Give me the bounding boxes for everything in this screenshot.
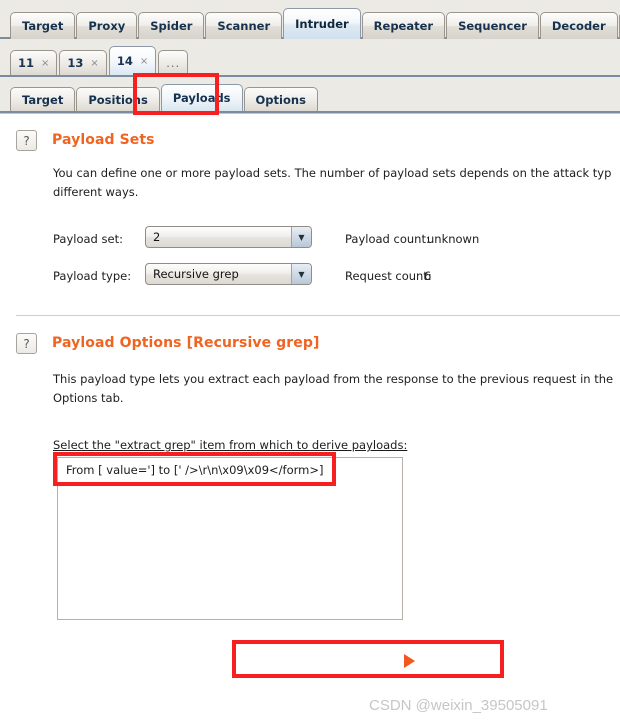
payload-type-dropdown[interactable]: Recursive grep ▼	[145, 263, 312, 285]
close-icon[interactable]: ×	[90, 58, 98, 69]
request-count-value: 6	[424, 269, 432, 283]
attack-tab-13[interactable]: 13 ×	[59, 50, 107, 75]
burp-suite-window: Target Proxy Spider Scanner Intruder Repeater…	[0, 0, 620, 724]
main-tab-label: Decoder	[551, 19, 606, 33]
extract-grep-listbox[interactable]: From [ value='] to [' />\r\n\x09\x09</fo…	[57, 457, 403, 620]
main-tab-spider[interactable]: Spider	[138, 12, 205, 39]
sub-tab-label: Payloads	[172, 91, 231, 105]
attack-tab-label: ...	[166, 56, 181, 70]
sub-tab-target[interactable]: Target	[10, 87, 76, 111]
play-arrow-icon[interactable]	[404, 654, 415, 668]
payload-options-description-line1: This payload type lets you extract each …	[53, 372, 614, 386]
payload-sets-description-line2: different ways.	[53, 185, 139, 199]
main-tabs-list: Target Proxy Spider Scanner Intruder Repeater…	[0, 0, 620, 39]
payload-sets-description-line1: You can define one or more payload sets.…	[53, 166, 612, 180]
close-icon[interactable]: ×	[140, 56, 148, 67]
main-tab-label: Target	[22, 19, 64, 33]
main-tab-intruder[interactable]: Intruder	[283, 8, 361, 39]
attack-tab-14[interactable]: 14 ×	[108, 46, 157, 75]
main-tab-label: Sequencer	[458, 19, 527, 33]
payload-count-value: unknown	[427, 232, 480, 246]
main-tab-label: Scanner	[217, 19, 271, 33]
payload-type-label: Payload type:	[53, 269, 132, 283]
attack-tab-11[interactable]: 11 ×	[10, 50, 58, 75]
sub-tab-positions[interactable]: Positions	[76, 87, 160, 111]
main-tab-target[interactable]: Target	[10, 12, 76, 39]
main-tab-decoder[interactable]: Decoder	[539, 12, 618, 39]
main-tab-repeater[interactable]: Repeater	[361, 12, 446, 39]
main-tab-scanner[interactable]: Scanner	[205, 12, 283, 39]
request-count-label: Request count:	[345, 269, 432, 283]
sub-tab-label: Positions	[88, 92, 148, 107]
main-tab-label: Spider	[150, 19, 193, 33]
help-icon-payload-options[interactable]: ?	[16, 333, 37, 354]
chevron-down-icon[interactable]: ▼	[291, 227, 311, 247]
payload-set-value: 2	[153, 230, 161, 244]
payload-type-value: Recursive grep	[153, 267, 239, 281]
sub-tab-label: Options	[255, 92, 306, 107]
attack-tab-bar: 11 × 13 × 14 ×...	[0, 39, 620, 77]
payload-count-label: Payload count:	[345, 232, 430, 246]
intruder-sub-tab-bar: Target Positions Payloads Options	[0, 77, 620, 113]
watermark-text: CSDN @weixin_39505091	[369, 697, 548, 714]
sub-tab-payloads[interactable]: Payloads	[160, 84, 243, 111]
payload-options-title: Payload Options [Recursive grep]	[52, 335, 320, 351]
attack-tab-label: 13	[67, 56, 84, 70]
main-tab-bar: Target Proxy Spider Scanner Intruder Repeater…	[0, 0, 620, 39]
main-tab-proxy[interactable]: Proxy	[76, 12, 138, 39]
payload-set-dropdown[interactable]: 2 ▼	[145, 226, 312, 248]
close-icon[interactable]: ×	[41, 58, 49, 69]
chevron-down-icon[interactable]: ▼	[291, 264, 311, 284]
attack-tab-more[interactable]: ...	[158, 50, 189, 75]
help-icon-payload-sets[interactable]: ?	[16, 130, 37, 151]
extract-grep-select-label: Select the "extract grep" item from whic…	[53, 438, 408, 452]
attack-tab-label: 11	[18, 56, 35, 70]
payload-set-label: Payload set:	[53, 232, 123, 246]
payload-sets-title: Payload Sets	[52, 132, 155, 148]
main-tab-sequencer[interactable]: Sequencer	[446, 12, 539, 39]
section-divider	[16, 315, 620, 316]
payload-options-description-line2: Options tab.	[53, 391, 124, 405]
intruder-sub-tabs-list: Target Positions Payloads Options	[0, 77, 620, 111]
payloads-panel: ? Payload Sets You can define one or mor…	[0, 113, 620, 724]
main-tab-label: Proxy	[88, 19, 126, 33]
sub-tab-options[interactable]: Options	[243, 87, 318, 111]
main-tab-label: Repeater	[373, 19, 434, 33]
attack-tab-label: 14	[116, 54, 133, 68]
sub-tab-label: Target	[22, 92, 64, 107]
main-tab-label: Intruder	[295, 17, 349, 31]
attack-tabs-list: 11 × 13 × 14 ×...	[0, 39, 620, 75]
list-item[interactable]: From [ value='] to [' />\r\n\x09\x09</fo…	[58, 458, 402, 481]
